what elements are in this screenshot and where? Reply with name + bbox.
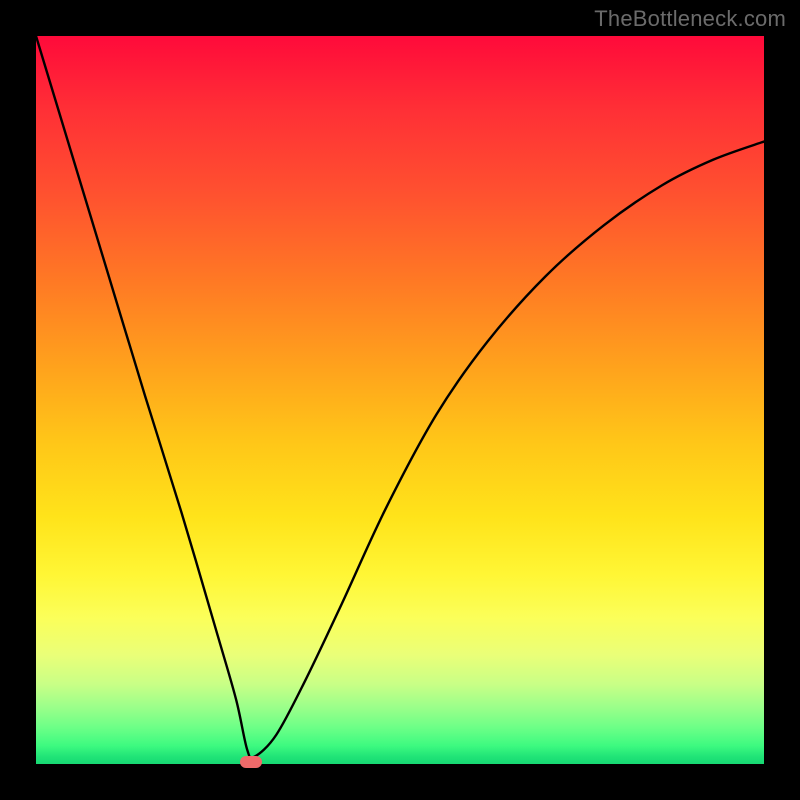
- bottleneck-curve: [36, 36, 764, 758]
- curve-svg: [36, 36, 764, 764]
- plot-area: [36, 36, 764, 764]
- optimum-marker: [240, 756, 262, 768]
- chart-frame: TheBottleneck.com: [0, 0, 800, 800]
- watermark-text: TheBottleneck.com: [594, 6, 786, 32]
